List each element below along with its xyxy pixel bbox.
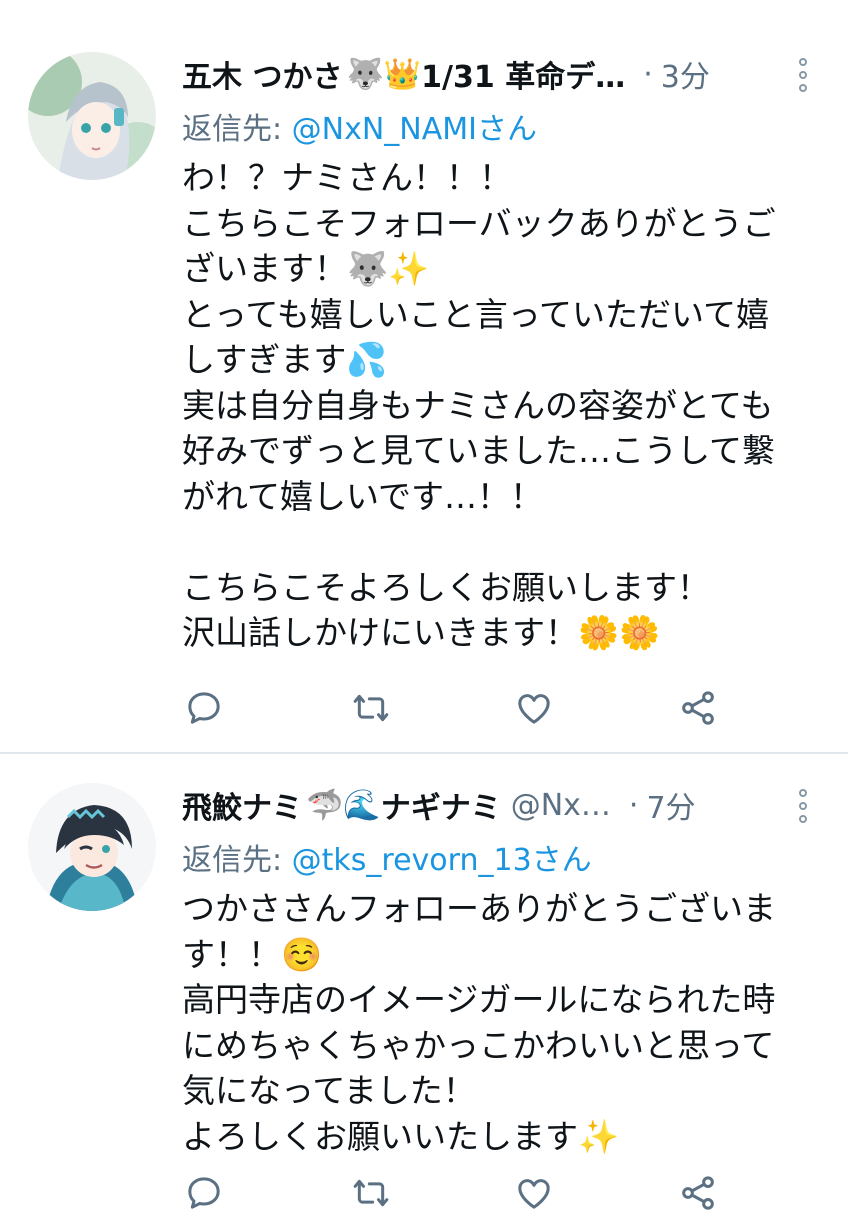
tweet-text-line: す！！☺️ [182,934,323,974]
retweet-icon [353,694,389,722]
tweet-text-line: つかささんフォローありがとうございま [182,889,776,928]
tweet-actions [182,1173,742,1217]
share-icon [682,691,714,725]
retweet-button[interactable] [350,1173,400,1213]
share-icon [682,1176,714,1210]
retweet-icon [353,1179,389,1207]
tweet-text-line: よろしくお願いいたします✨ [182,1116,620,1156]
author-name-suffix[interactable]: 1/31 革命デ… [421,52,625,96]
tweet-text-line [182,519,822,565]
tweet-header: 飛鮫ナミ 🦈🌊 ナギナミ @Nx… · 7分 [182,783,808,827]
tweet-text-line: 沢山話しかけにいきます！🌼🌼 [182,613,661,652]
author-handle[interactable]: @Nx… [511,788,611,823]
tweet-text-line: がれて嬉しいです…！！ [182,476,544,516]
retweet-button[interactable] [350,688,400,728]
tweet-text-line: 気になってました！ [182,1071,476,1110]
more-options-icon[interactable] [796,789,810,823]
tweet-text-line: こちらこそよろしくお願いします！ [182,567,710,607]
timestamp[interactable]: 3分 [661,52,710,96]
tweet-text: わ！？ナミさん！！！ こちらこそフォローバックありがとうご ざいます！🐺✨ とっ… [182,155,822,656]
tweet-text-line: こちらこそフォローバックありがとうご [182,203,776,243]
reply-to-link[interactable]: @tks_revorn_13さん [292,843,592,878]
author-name[interactable]: 五木 つかさ [182,52,342,96]
like-icon [518,1179,550,1209]
reply-to-link[interactable]: @NxN_NAMIさん [292,112,537,147]
tweet-text-line: 好みでずっと見ていました…こうして繋 [182,431,776,470]
reply-to-prefix: 返信先: [182,843,292,878]
separator-dot: · [628,787,639,823]
author-name-suffix[interactable]: ナギナミ [381,783,501,827]
tweet-text: つかささんフォローありがとうございま す！！☺️ 高円寺店のイメージガールになら… [182,886,822,1159]
reply-button[interactable] [184,688,232,728]
tweet-text-line: 実は自分自身もナミさんの容姿がとても [182,385,774,425]
reply-to-prefix: 返信先: [182,112,292,147]
reply-icon [188,692,220,724]
share-button[interactable] [678,688,718,728]
separator-dot: · [643,56,653,92]
tweet-text-line: しすぎます💦 [182,340,388,379]
reply-icon [188,1177,220,1209]
avatar[interactable] [28,52,156,180]
tweet[interactable]: 五木 つかさ 🐺👑 1/31 革命デ… · 3分 返信先: @NxN_NAMIさ… [0,0,848,752]
share-button[interactable] [678,1173,718,1213]
tweet-text-line: わ！？ナミさん！！！ [182,158,512,197]
reply-to-line: 返信先: @tks_revorn_13さん [182,835,592,879]
tweet-text-line: 高円寺店のイメージガールになられた時 [182,980,776,1019]
like-button[interactable] [514,1173,562,1213]
author-name-emojis: 🦈🌊 [306,787,381,823]
reply-button[interactable] [184,1173,232,1213]
tweet[interactable]: 飛鮫ナミ 🦈🌊 ナギナミ @Nx… · 7分 返信先: @tks_revorn_… [0,753,848,1210]
timestamp[interactable]: 7分 [646,783,695,827]
like-icon [518,694,550,724]
tweet-text-line: とっても嬉しいこと言っていただいて嬉 [182,294,770,334]
tweet-header: 五木 つかさ 🐺👑 1/31 革命デ… · 3分 [182,52,808,96]
more-options-icon[interactable] [796,58,810,92]
reply-to-line: 返信先: @NxN_NAMIさん [182,104,537,148]
author-name-emojis: 🐺👑 [346,56,422,92]
tweet-actions [182,688,742,732]
avatar[interactable] [28,783,156,911]
tweet-text-line: にめちゃくちゃかっこかわいいと思って [182,1025,775,1065]
like-button[interactable] [514,688,562,728]
author-name[interactable]: 飛鮫ナミ [182,783,302,827]
tweet-text-line: ざいます！🐺✨ [182,249,430,288]
